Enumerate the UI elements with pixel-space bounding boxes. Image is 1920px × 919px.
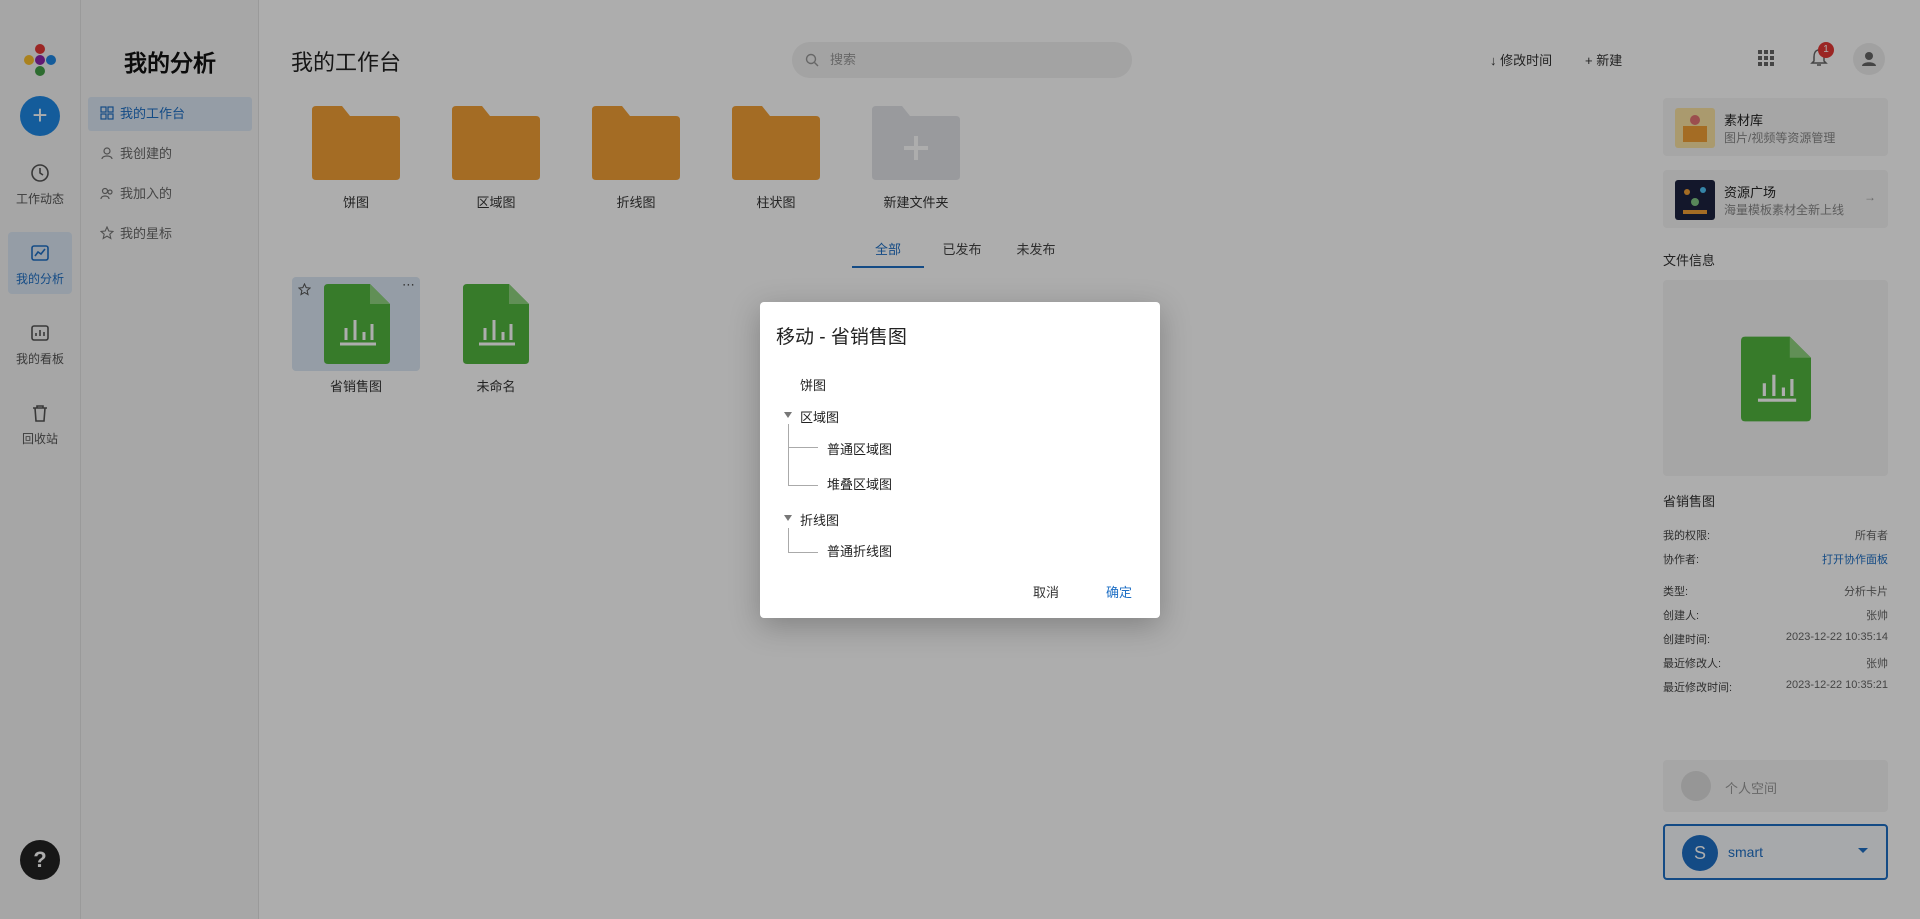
confirm-button[interactable]: 确定: [1106, 582, 1132, 601]
tree-line: [788, 485, 818, 486]
tree-node-area-stacked[interactable]: 堆叠区域图: [827, 474, 892, 493]
tree-node-area[interactable]: 区域图: [800, 407, 839, 426]
tree-node-line-normal[interactable]: 普通折线图: [827, 541, 892, 560]
tree-line: [788, 528, 789, 553]
tree-node-line[interactable]: 折线图: [800, 510, 839, 529]
move-dialog: 移动 - 省销售图 饼图 区域图 普通区域图 堆叠区域图 折线图 普通折线图 取…: [760, 302, 1160, 618]
tree-node-pie[interactable]: 饼图: [800, 375, 826, 394]
tree-line: [788, 424, 789, 486]
cancel-button[interactable]: 取消: [1033, 582, 1059, 601]
tree-line: [788, 552, 818, 553]
chevron-down-icon[interactable]: [784, 515, 792, 521]
tree-line: [788, 447, 818, 448]
tree-node-area-normal[interactable]: 普通区域图: [827, 439, 892, 458]
dialog-title: 移动 - 省销售图: [776, 327, 907, 348]
chevron-down-icon[interactable]: [784, 412, 792, 418]
